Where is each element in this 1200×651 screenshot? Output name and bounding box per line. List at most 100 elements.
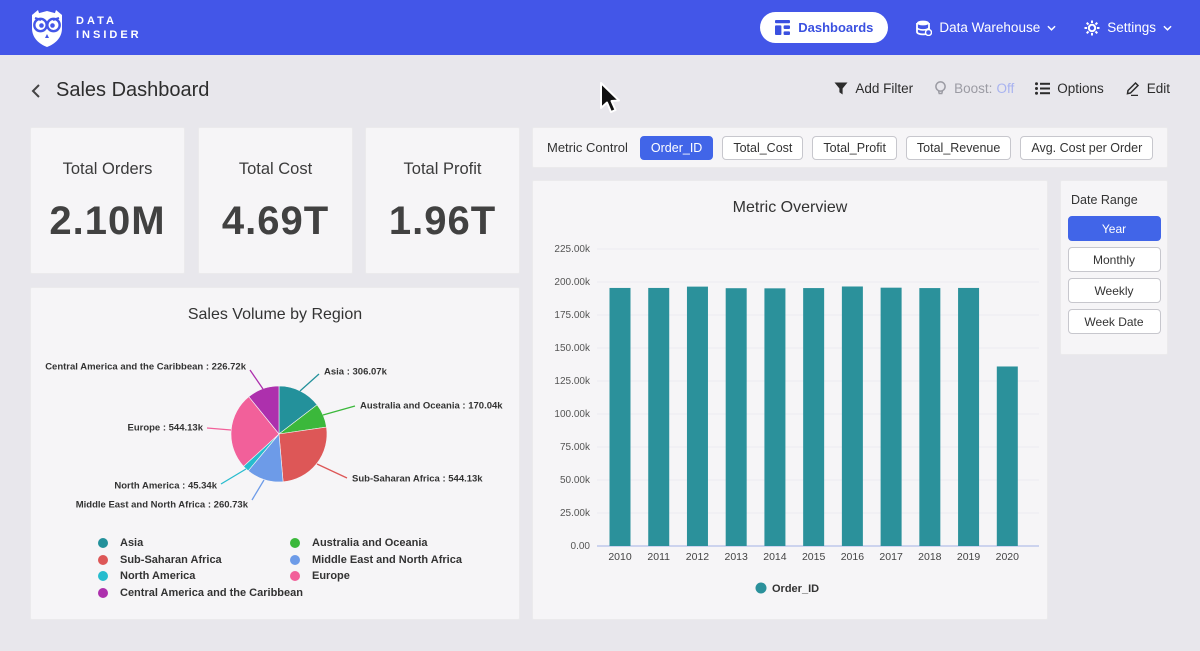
svg-text:2013: 2013 (725, 551, 749, 563)
date-range-weekly-button[interactable]: Weekly (1068, 278, 1161, 303)
app-logo[interactable]: DATA INSIDER (28, 8, 142, 48)
list-icon (1035, 82, 1050, 95)
svg-text:Central America and the Caribb: Central America and the Caribbean : 226.… (45, 362, 247, 373)
svg-text:Middle East and North Africa :: Middle East and North Africa : 260.73k (76, 500, 249, 511)
metric-chip-total-revenue[interactable]: Total_Revenue (906, 136, 1011, 160)
legend-swatch (98, 538, 108, 548)
svg-text:Sub-Saharan Africa : 544.13k: Sub-Saharan Africa : 544.13k (352, 474, 483, 485)
metric-chip-total-profit[interactable]: Total_Profit (812, 136, 897, 160)
legend-swatch (290, 555, 300, 565)
nav-data-warehouse[interactable]: Data Warehouse (916, 20, 1056, 36)
svg-text:200.00k: 200.00k (554, 277, 591, 288)
legend-swatch (290, 538, 300, 548)
svg-text:Australia and Oceania : 170.04: Australia and Oceania : 170.04k (360, 401, 503, 412)
metric-overview-card: Metric Overview 225.00k200.00k175.00k150… (532, 180, 1048, 620)
svg-text:Order_ID: Order_ID (772, 583, 819, 595)
kpi-label: Total Profit (366, 160, 519, 179)
svg-text:2012: 2012 (686, 551, 710, 563)
legend-item[interactable]: Middle East and North Africa (290, 552, 462, 569)
legend-item[interactable]: Central America and the Caribbean (98, 585, 303, 602)
svg-text:Europe : 544.13k: Europe : 544.13k (127, 423, 203, 434)
kpi-value: 1.96T (366, 199, 519, 244)
kpi-label: Total Cost (199, 160, 352, 179)
gear-icon (1084, 20, 1100, 36)
owl-logo-icon (28, 8, 66, 48)
svg-text:2015: 2015 (802, 551, 826, 563)
boost-balloon-icon (934, 81, 947, 96)
svg-text:175.00k: 175.00k (554, 310, 591, 321)
options-label: Options (1057, 81, 1104, 96)
svg-text:2017: 2017 (879, 551, 903, 563)
svg-text:150.00k: 150.00k (554, 343, 591, 354)
database-icon (916, 20, 932, 36)
nav-dashboards-label: Dashboards (798, 20, 873, 35)
legend-item[interactable]: Sub-Saharan Africa (98, 552, 303, 569)
svg-text:2010: 2010 (608, 551, 632, 563)
legend-label: Australia and Oceania (312, 537, 428, 549)
legend-label: North America (120, 570, 195, 582)
svg-text:2018: 2018 (918, 551, 942, 563)
dashboard-grid-icon (775, 20, 790, 35)
legend-label: Central America and the Caribbean (120, 587, 303, 599)
date-range-monthly-button[interactable]: Monthly (1068, 247, 1161, 272)
svg-text:25.00k: 25.00k (560, 508, 591, 519)
nav-data-warehouse-label: Data Warehouse (939, 20, 1040, 35)
nav-settings-label: Settings (1107, 20, 1156, 35)
chevron-down-icon (1047, 25, 1056, 31)
pencil-icon (1125, 81, 1140, 96)
date-range-label: Date Range (1071, 193, 1167, 207)
svg-text:225.00k: 225.00k (554, 244, 591, 255)
boost-label: Boost: (954, 81, 992, 96)
svg-text:2019: 2019 (957, 551, 981, 563)
legend-label: Sub-Saharan Africa (120, 554, 222, 566)
top-navigation-bar: DATA INSIDER Dashboards Data Warehouse (0, 0, 1200, 55)
legend-label: Asia (120, 537, 143, 549)
date-range-week-date-button[interactable]: Week Date (1068, 309, 1161, 334)
legend-label: Europe (312, 570, 350, 582)
add-filter-button[interactable]: Add Filter (834, 81, 913, 96)
pie-chart-title: Sales Volume by Region (31, 306, 519, 324)
brand-line-2: INSIDER (76, 28, 142, 42)
edit-label: Edit (1147, 81, 1170, 96)
legend-swatch (98, 555, 108, 565)
metric-chip-order-id[interactable]: Order_ID (640, 136, 713, 160)
svg-text:0.00: 0.00 (571, 541, 591, 552)
svg-text:2014: 2014 (763, 551, 787, 563)
metric-chip-total-cost[interactable]: Total_Cost (722, 136, 803, 160)
svg-text:2016: 2016 (841, 551, 865, 563)
date-range-year-button[interactable]: Year (1068, 216, 1161, 241)
back-button[interactable] (28, 82, 46, 100)
kpi-value: 4.69T (199, 199, 352, 244)
svg-text:125.00k: 125.00k (554, 376, 591, 387)
mouse-cursor (598, 82, 622, 116)
legend-swatch (290, 571, 300, 581)
svg-text:100.00k: 100.00k (554, 409, 591, 420)
kpi-card-total-cost: Total Cost 4.69T (198, 127, 353, 274)
svg-text:2020: 2020 (996, 551, 1020, 563)
legend-item[interactable]: North America (98, 568, 303, 585)
nav-dashboards-button[interactable]: Dashboards (760, 12, 888, 43)
legend-item[interactable]: Europe (290, 568, 462, 585)
kpi-card-total-profit: Total Profit 1.96T (365, 127, 520, 274)
page-title: Sales Dashboard (56, 79, 209, 102)
svg-text:Asia : 306.07k: Asia : 306.07k (324, 367, 388, 378)
legend-item[interactable]: Asia (98, 535, 303, 552)
svg-text:North America : 45.34k: North America : 45.34k (114, 481, 217, 492)
kpi-label: Total Orders (31, 160, 184, 179)
nav-settings[interactable]: Settings (1084, 20, 1172, 36)
options-button[interactable]: Options (1035, 81, 1104, 96)
metric-chip-avg-cost-per-order[interactable]: Avg. Cost per Order (1020, 136, 1153, 160)
legend-swatch (98, 571, 108, 581)
brand-line-1: DATA (76, 14, 142, 28)
bar-chart[interactable]: 225.00k 200.00k 175.00k 150.00k 125.00k 100.0… (533, 181, 1049, 621)
metric-control-label: Metric Control (547, 140, 628, 155)
edit-button[interactable]: Edit (1125, 81, 1170, 96)
boost-toggle[interactable]: Boost: Off (934, 81, 1014, 96)
kpi-card-total-orders: Total Orders 2.10M (30, 127, 185, 274)
kpi-value: 2.10M (31, 199, 184, 244)
sales-volume-by-region-card: Sales Volume by Region Asia : 306.07k Aus… (30, 287, 520, 620)
svg-text:2011: 2011 (647, 551, 670, 563)
legend-swatch (98, 588, 108, 598)
legend-item[interactable]: Australia and Oceania (290, 535, 462, 552)
boost-state: Off (996, 81, 1014, 96)
